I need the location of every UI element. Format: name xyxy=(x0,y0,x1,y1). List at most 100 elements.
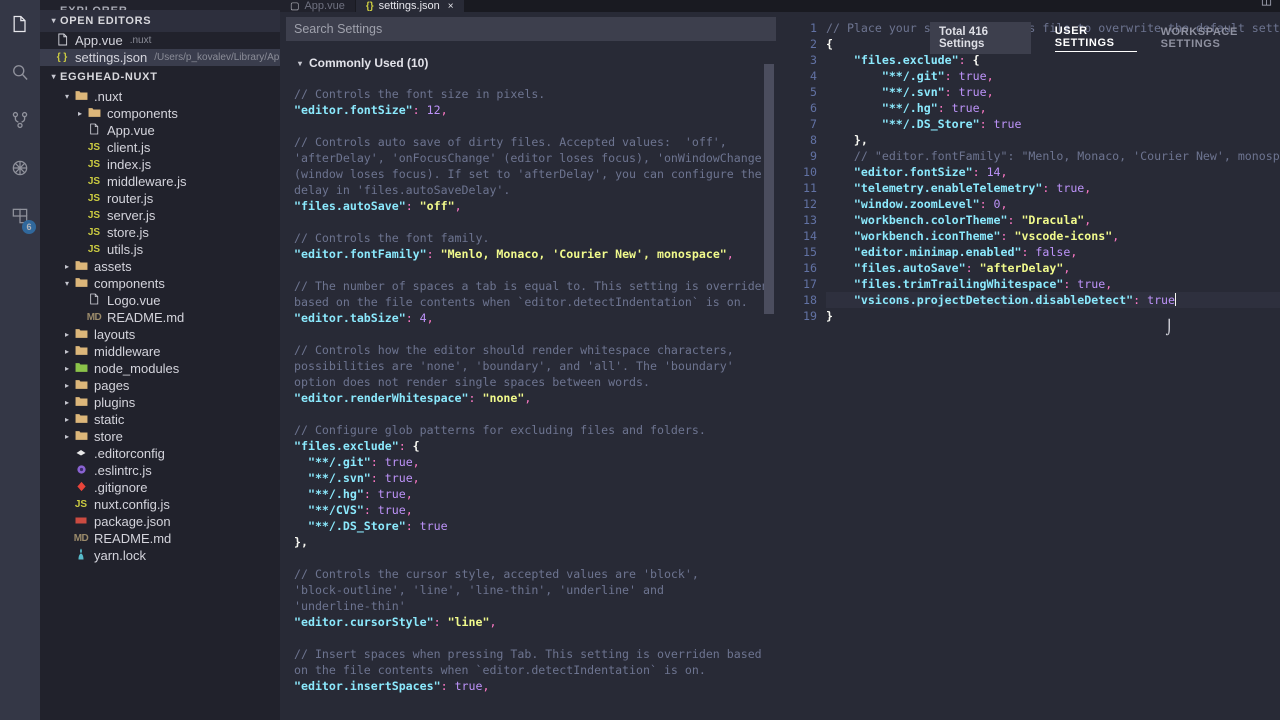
setting-value[interactable]: "off" xyxy=(420,199,455,213)
code-line[interactable]: "**/.DS_Store": true xyxy=(826,116,1280,132)
tree-item[interactable]: plugins xyxy=(40,394,280,411)
tree-item[interactable]: middleware xyxy=(40,343,280,360)
tree-item[interactable]: JSserver.js xyxy=(40,207,280,224)
code-line[interactable]: "files.trimTrailingWhitespace": true, xyxy=(826,276,1280,292)
setting-value[interactable]: { xyxy=(413,439,420,453)
tab-user-settings[interactable]: USER SETTINGS xyxy=(1055,25,1137,52)
tree-item[interactable]: package.json xyxy=(40,513,280,530)
close-icon[interactable]: × xyxy=(448,1,454,12)
activity-item-debug[interactable] xyxy=(0,144,40,192)
setting-line[interactable]: }, xyxy=(294,534,780,550)
chevron-right-icon[interactable] xyxy=(61,262,73,271)
section-project-root[interactable]: EGGHEAD-NUXT xyxy=(40,66,280,88)
search-input[interactable] xyxy=(286,17,776,41)
code-line[interactable]: // "editor.fontFamily": "Menlo, Monaco, … xyxy=(826,148,1280,164)
code-line[interactable]: "editor.minimap.enabled": false, xyxy=(826,244,1280,260)
tree-item[interactable]: JSrouter.js xyxy=(40,190,280,207)
chevron-right-icon[interactable] xyxy=(61,415,73,424)
open-editor-app-vue[interactable]: App.vue .nuxt xyxy=(40,32,280,49)
tree-item[interactable]: assets xyxy=(40,258,280,275)
setting-value[interactable]: }, xyxy=(294,535,308,549)
code-line[interactable]: "vsicons.projectDetection.disableDetect"… xyxy=(826,292,1280,308)
setting-line[interactable]: "editor.tabSize": 4, xyxy=(294,310,780,326)
tree-item[interactable]: .nuxt xyxy=(40,88,280,105)
setting-value[interactable]: true xyxy=(385,455,413,469)
code-line[interactable]: "workbench.colorTheme": "Dracula", xyxy=(826,212,1280,228)
split-editor-icon[interactable] xyxy=(1261,0,1272,12)
setting-line[interactable]: "files.autoSave": "off", xyxy=(294,198,780,214)
chevron-right-icon[interactable] xyxy=(74,109,86,118)
tree-item[interactable]: components xyxy=(40,275,280,292)
chevron-down-icon[interactable] xyxy=(61,279,73,288)
tree-item[interactable]: JSstore.js xyxy=(40,224,280,241)
code-line[interactable]: "**/.hg": true, xyxy=(826,100,1280,116)
chevron-right-icon[interactable] xyxy=(61,364,73,373)
tree-item[interactable]: JSmiddleware.js xyxy=(40,173,280,190)
tab-app-vue[interactable]: ▢ App.vue xyxy=(280,0,356,12)
setting-value[interactable]: true xyxy=(420,519,448,533)
tree-item[interactable]: .eslintrc.js xyxy=(40,462,280,479)
tree-item[interactable]: node_modules xyxy=(40,360,280,377)
chevron-right-icon[interactable] xyxy=(61,381,73,390)
tree-item[interactable]: .editorconfig xyxy=(40,445,280,462)
code-content[interactable]: // Place your settings in this file to o… xyxy=(826,12,1280,720)
code-line[interactable]: "**/.svn": true, xyxy=(826,84,1280,100)
setting-line[interactable]: "editor.cursorStyle": "line", xyxy=(294,614,780,630)
setting-value[interactable]: true xyxy=(455,679,483,693)
setting-line[interactable]: "**/CVS": true, xyxy=(294,502,780,518)
tree-item[interactable]: MDREADME.md xyxy=(40,530,280,547)
tree-item[interactable]: components xyxy=(40,105,280,122)
tree-item[interactable]: JSnuxt.config.js xyxy=(40,496,280,513)
code-line[interactable]: "editor.fontSize": 14, xyxy=(826,164,1280,180)
tree-item[interactable]: static xyxy=(40,411,280,428)
setting-value[interactable]: "none" xyxy=(482,391,524,405)
code-line[interactable]: "files.exclude": { xyxy=(826,52,1280,68)
setting-line[interactable]: "editor.insertSpaces": true, xyxy=(294,678,780,694)
tab-settings-json[interactable]: {} settings.json × xyxy=(356,0,465,12)
tree-item[interactable]: store xyxy=(40,428,280,445)
code-line[interactable]: "workbench.iconTheme": "vscode-icons", xyxy=(826,228,1280,244)
tree-item[interactable]: App.vue xyxy=(40,122,280,139)
setting-line[interactable]: "editor.fontSize": 12, xyxy=(294,102,780,118)
code-line[interactable]: } xyxy=(826,308,1280,324)
settings-scrollbar[interactable] xyxy=(764,64,774,314)
settings-group-header[interactable]: Commonly Used (10) xyxy=(294,56,780,70)
tree-item[interactable]: yarn.lock xyxy=(40,547,280,564)
tree-item[interactable]: JSclient.js xyxy=(40,139,280,156)
chevron-right-icon[interactable] xyxy=(61,347,73,356)
setting-line[interactable]: "**/.DS_Store": true xyxy=(294,518,780,534)
setting-line[interactable]: "files.exclude": { xyxy=(294,438,780,454)
tree-item[interactable]: MDREADME.md xyxy=(40,309,280,326)
setting-value[interactable]: 12 xyxy=(427,103,441,117)
section-open-editors[interactable]: OPEN EDITORS xyxy=(40,10,280,32)
activity-item-source-control[interactable] xyxy=(0,96,40,144)
setting-value[interactable]: true xyxy=(378,503,406,517)
activity-item-explorer[interactable] xyxy=(0,0,40,48)
code-line[interactable]: "**/.git": true, xyxy=(826,68,1280,84)
setting-value[interactable]: true xyxy=(385,471,413,485)
setting-value[interactable]: "Menlo, Monaco, 'Courier New', monospace… xyxy=(441,247,727,261)
code-line[interactable]: "files.autoSave": "afterDelay", xyxy=(826,260,1280,276)
chevron-down-icon[interactable] xyxy=(61,92,73,101)
chevron-right-icon[interactable] xyxy=(61,330,73,339)
setting-line[interactable]: "editor.fontFamily": "Menlo, Monaco, 'Co… xyxy=(294,246,780,262)
tree-item[interactable]: Logo.vue xyxy=(40,292,280,309)
tree-item[interactable]: JSutils.js xyxy=(40,241,280,258)
chevron-right-icon[interactable] xyxy=(61,432,73,441)
tab-workspace-settings[interactable]: WORKSPACE SETTINGS xyxy=(1161,26,1280,50)
activity-item-extensions[interactable]: 6 xyxy=(0,192,40,240)
setting-line[interactable]: "**/.svn": true, xyxy=(294,470,780,486)
code-line[interactable]: "telemetry.enableTelemetry": true, xyxy=(826,180,1280,196)
pencil-icon[interactable] xyxy=(780,260,781,278)
tree-item[interactable]: .gitignore xyxy=(40,479,280,496)
tree-item[interactable]: layouts xyxy=(40,326,280,343)
chevron-right-icon[interactable] xyxy=(61,398,73,407)
tree-item[interactable]: pages xyxy=(40,377,280,394)
setting-value[interactable]: true xyxy=(378,487,406,501)
setting-value[interactable]: "line" xyxy=(448,615,490,629)
setting-line[interactable]: "editor.renderWhitespace": "none", xyxy=(294,390,780,406)
code-line[interactable]: }, xyxy=(826,132,1280,148)
code-line[interactable]: "window.zoomLevel": 0, xyxy=(826,196,1280,212)
activity-item-search[interactable] xyxy=(0,48,40,96)
setting-line[interactable]: "**/.hg": true, xyxy=(294,486,780,502)
